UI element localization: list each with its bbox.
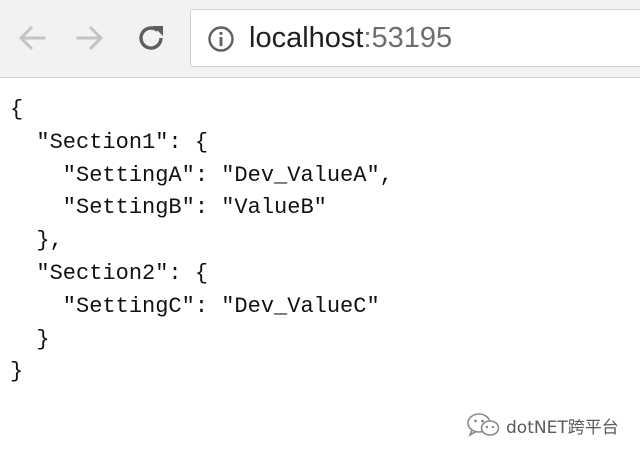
info-circle-icon[interactable] bbox=[207, 25, 235, 53]
json-line: } bbox=[10, 359, 24, 385]
back-button[interactable] bbox=[12, 18, 52, 58]
json-line: "SettingA": "Dev_ValueA", bbox=[10, 162, 393, 188]
arrow-left-icon bbox=[18, 25, 46, 51]
reload-icon bbox=[139, 26, 163, 50]
wechat-icon bbox=[467, 413, 500, 437]
json-response-body: { "Section1": { "SettingA": "Dev_ValueA"… bbox=[10, 94, 393, 389]
json-line: "Section2": { bbox=[10, 260, 209, 286]
json-line: "SettingB": "ValueB" bbox=[10, 195, 327, 221]
json-line: } bbox=[10, 326, 50, 352]
json-line: "SettingC": "Dev_ValueC" bbox=[10, 293, 380, 319]
forward-button[interactable] bbox=[70, 18, 110, 58]
json-line: }, bbox=[10, 228, 63, 254]
json-line: { bbox=[10, 97, 24, 122]
url-port: :53195 bbox=[363, 22, 453, 54]
reload-button[interactable] bbox=[131, 18, 171, 58]
arrow-right-icon bbox=[76, 25, 104, 51]
watermark: dotNET跨平台 bbox=[466, 410, 619, 440]
url-host: localhost bbox=[249, 22, 364, 54]
json-line: "Section1": { bbox=[10, 129, 209, 155]
url-text[interactable]: localhost:53195 bbox=[249, 20, 452, 56]
address-bar[interactable]: localhost:53195 bbox=[190, 9, 640, 67]
watermark-text: dotNET跨平台 bbox=[506, 417, 619, 438]
browser-toolbar: localhost:53195 bbox=[0, 0, 640, 78]
